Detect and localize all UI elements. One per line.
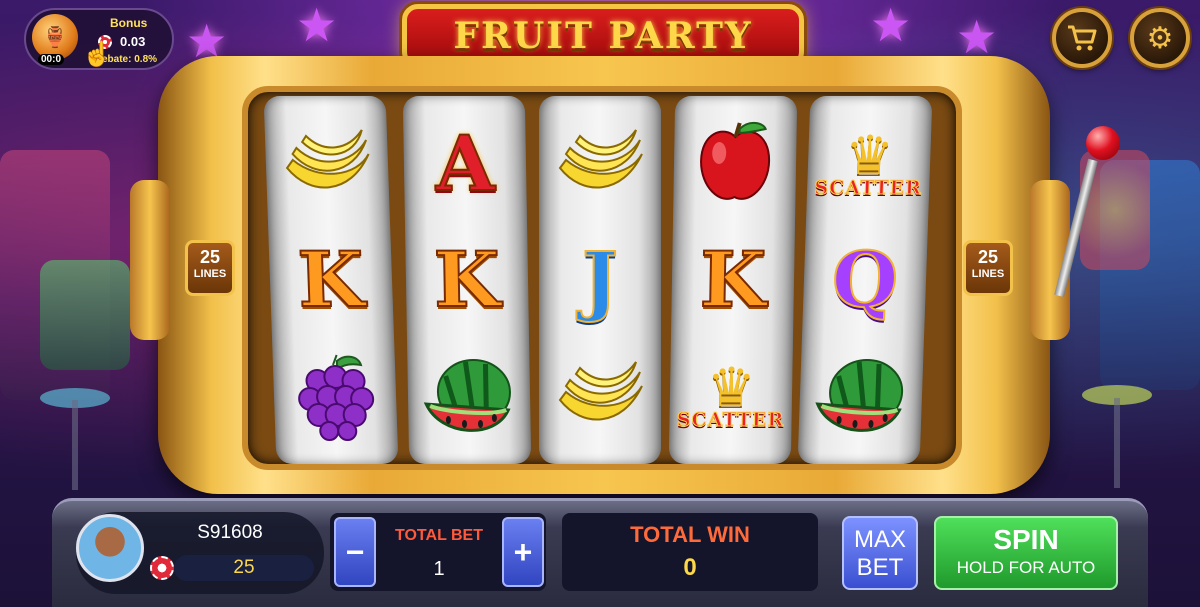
reel-cell-J: J [539,220,661,340]
total-bet-label: TOTAL BET [395,527,483,544]
avatar[interactable] [76,514,144,582]
max-bet-button[interactable]: MAX BET [842,516,918,590]
reel-cell-banana [539,104,661,224]
crown-icon: ♛ [706,358,756,418]
star-icon: ★ [296,0,338,51]
paylines-badge-left: 25 LINES [185,240,235,296]
paylines-badge-right: 25 LINES [963,240,1013,296]
apple-icon [700,122,771,200]
bonus-value: 0.03 [120,34,146,49]
reel-2: A K [402,96,532,464]
grapes-icon [298,354,375,441]
symbol-K: K [295,234,366,325]
paylines-number: 25 [977,247,999,267]
machine-side-left [130,180,170,340]
banana-icon [558,361,643,421]
player-id: S91608 [197,522,263,543]
symbol-K: K [432,234,502,325]
scatter-label: SCATTER [814,177,923,200]
reel-5: ♛ SCATTER Q [797,96,933,464]
reel-4: K ♛ SCATTER [668,96,798,464]
paylines-label: LINES [971,268,1005,280]
scatter-symbol: ♛ SCATTER [814,126,924,200]
reel-cell-K: K [268,220,394,340]
hand-pointer-icon: ☝ [82,41,112,68]
scatter-symbol: ♛ SCATTER [676,358,786,432]
reel-cell-banana [264,104,390,224]
reel-cell-banana [539,336,661,456]
max-bet-label-line2: BET [856,554,904,581]
bonus-title: Bonus [110,16,148,30]
paylines-number: 25 [199,247,221,267]
settings-button[interactable]: ⚙ [1130,8,1190,68]
reel-cell-apple [673,104,797,224]
reel-cell-scatter: ♛ SCATTER [669,336,793,456]
reel-cell-A: A [403,104,527,224]
max-bet-label-line1: MAX [853,526,906,553]
cart-icon [1068,25,1097,51]
symbol-J: J [581,235,619,324]
watermelon-icon [815,359,904,432]
decrease-bet-button[interactable]: − [334,517,376,587]
paylines-label: LINES [193,268,227,280]
bonus-widget[interactable]: 🏺 Bonus 0.03 00:0 ebate: 0.8% ☝ [24,8,174,70]
reel-cell-K: K [405,220,529,340]
lever-knob[interactable] [1086,126,1120,160]
spin-sub-label: HOLD FOR AUTO [956,558,1096,577]
background-stool-leg-left [72,400,78,490]
reel-cell-scatter: ♛ SCATTER [806,104,932,224]
crown-icon: ♛ [844,126,895,186]
star-icon: ★ [870,0,912,51]
reel-cell-watermelon [798,336,924,456]
bonus-timer: 00:0 [38,54,65,65]
reel-1: K [263,96,399,464]
total-bet-value: 1 [433,558,445,580]
symbol-Q: Q [829,234,900,325]
reel-cell-Q: Q [802,220,928,340]
scatter-label: SCATTER [676,409,785,432]
total-win-value: 0 [683,554,697,581]
chip-icon [150,556,174,580]
banana-icon [558,129,643,189]
reel-cell-grapes [272,336,398,456]
reel-cell-watermelon [407,336,531,456]
gear-icon: ⚙ [1146,21,1174,55]
reel-3: J [539,96,661,464]
watermelon-icon [423,359,511,432]
reel-cell-K: K [671,220,795,340]
spin-button[interactable]: SPIN HOLD FOR AUTO [934,516,1118,590]
symbol-K: K [698,234,768,325]
total-win-label: TOTAL WIN [630,522,750,547]
shop-button[interactable] [1052,8,1112,68]
spin-label: SPIN [993,524,1059,555]
increase-bet-button[interactable]: + [502,517,544,587]
symbol-A: A [434,118,497,209]
background-stool-leg-right [1114,398,1120,488]
banana-icon [285,129,370,189]
background-slot-machine-left-small [40,260,130,370]
player-balance: 25 [174,555,314,581]
game-title: FRUIT PARTY [453,15,753,57]
